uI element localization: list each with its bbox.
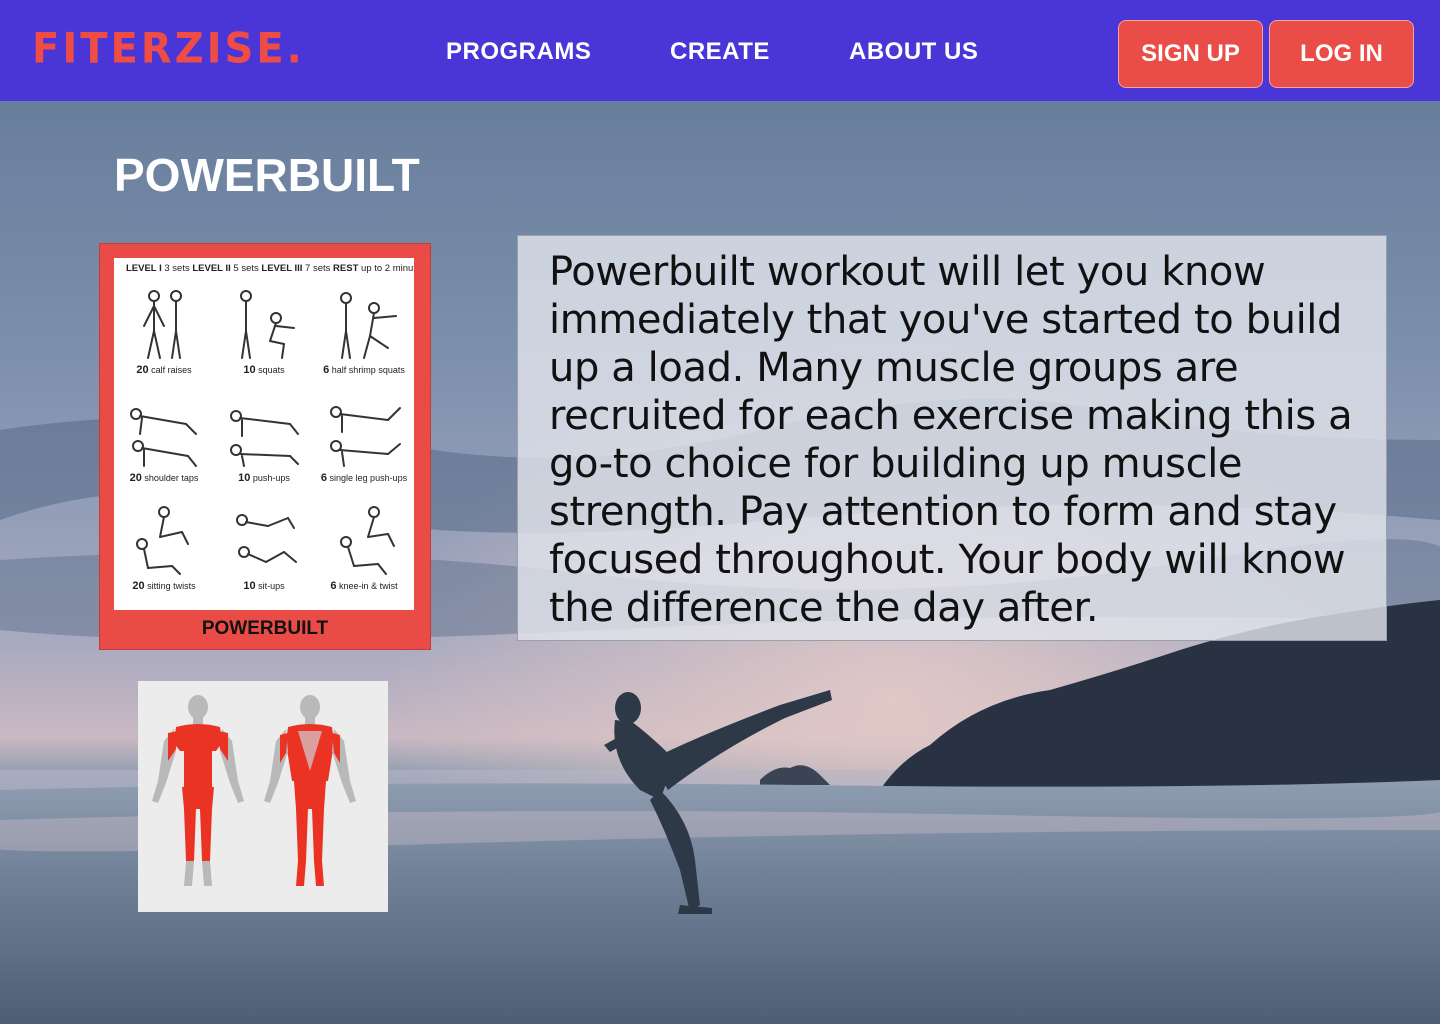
exercise-label: 6 half shrimp squats (314, 364, 414, 376)
page-title: POWERBUILT (114, 149, 420, 201)
nav-programs-link[interactable]: PROGRAMS (446, 38, 591, 66)
exercise-figure-icon (130, 408, 197, 467)
card-title: POWERBUILT (201, 618, 329, 639)
exercise-tile: 20 shoulder taps (114, 388, 214, 498)
exercise-label: 10 sit-ups (214, 580, 314, 592)
exercise-figure-icon (143, 290, 182, 359)
nav-about-us-link[interactable]: ABOUT US (849, 38, 978, 66)
exercise-name: shoulder taps (144, 473, 199, 483)
exercise-count: 10 (243, 580, 256, 592)
exercise-count: 6 (323, 364, 330, 376)
exercise-tile: 20 sitting twists (114, 496, 214, 606)
exercise-tile: 10 sit-ups (214, 496, 314, 606)
exercise-figure-icon (236, 514, 297, 563)
exercise-label: 20 calf raises (114, 364, 214, 376)
exercise-count: 6 (330, 580, 337, 592)
exercise-count: 20 (132, 580, 145, 592)
exercise-tile: 10 push-ups (214, 388, 314, 498)
muscle-map-image (138, 681, 388, 912)
exercise-figure-icon (240, 290, 295, 359)
exercise-label: 10 squats (214, 364, 314, 376)
exercise-figure-icon (340, 292, 397, 359)
exercise-tile: 6 knee-in & twist (314, 496, 414, 606)
exercise-figure-icon (230, 410, 299, 467)
exercise-label: 20 sitting twists (114, 580, 214, 592)
program-description-panel: Powerbuilt workout will let you know imm… (517, 235, 1387, 641)
exercise-name: half shrimp squats (331, 365, 405, 375)
exercise-count: 10 (243, 364, 256, 376)
top-navigation-bar: FITERZISE. PROGRAMS CREATE ABOUT US SIGN… (0, 0, 1440, 101)
exercise-label: 20 shoulder taps (114, 472, 214, 484)
program-description-text: Powerbuilt workout will let you know imm… (549, 249, 1353, 631)
exercise-count: 10 (238, 472, 251, 484)
workout-poster-image: LEVEL I 3 sets LEVEL II 5 sets LEVEL III… (114, 258, 414, 610)
sign-up-button[interactable]: SIGN UP (1118, 20, 1263, 88)
exercise-name: sit-ups (258, 581, 285, 591)
exercise-label: 6 single leg push-ups (314, 472, 414, 484)
exercise-figure-icon (330, 406, 401, 467)
exercise-tile: 10 squats (214, 280, 314, 390)
site-logo[interactable]: FITERZISE. (32, 25, 305, 73)
exercise-count: 20 (129, 472, 142, 484)
muscle-map-figures (152, 695, 356, 886)
workout-program-card[interactable]: LEVEL I 3 sets LEVEL II 5 sets LEVEL III… (99, 243, 431, 650)
log-in-button[interactable]: LOG IN (1269, 20, 1414, 88)
exercise-tile: 6 half shrimp squats (314, 280, 414, 390)
exercise-name: push-ups (252, 473, 290, 483)
exercise-name: sitting twists (147, 581, 196, 591)
exercise-count: 20 (136, 364, 149, 376)
exercise-tile: 6 single leg push-ups (314, 388, 414, 498)
exercise-name: knee-in & twist (339, 581, 398, 591)
poster-levels-row: LEVEL I 3 sets LEVEL II 5 sets LEVEL III… (126, 263, 414, 274)
exercise-name: single leg push-ups (329, 473, 408, 483)
exercise-figure-icon (136, 506, 189, 575)
exercise-label: 6 knee-in & twist (314, 580, 414, 592)
exercise-label: 10 push-ups (214, 472, 314, 484)
exercise-name: squats (258, 365, 285, 375)
nav-create-link[interactable]: CREATE (670, 38, 770, 66)
exercise-grid: 20 calf raises 10 squats 6 half shrimp squ… (114, 280, 414, 610)
exercise-count: 6 (320, 472, 328, 484)
exercise-figure-icon (340, 506, 395, 575)
exercise-name: calf raises (151, 365, 192, 375)
exercise-tile: 20 calf raises (114, 280, 214, 390)
